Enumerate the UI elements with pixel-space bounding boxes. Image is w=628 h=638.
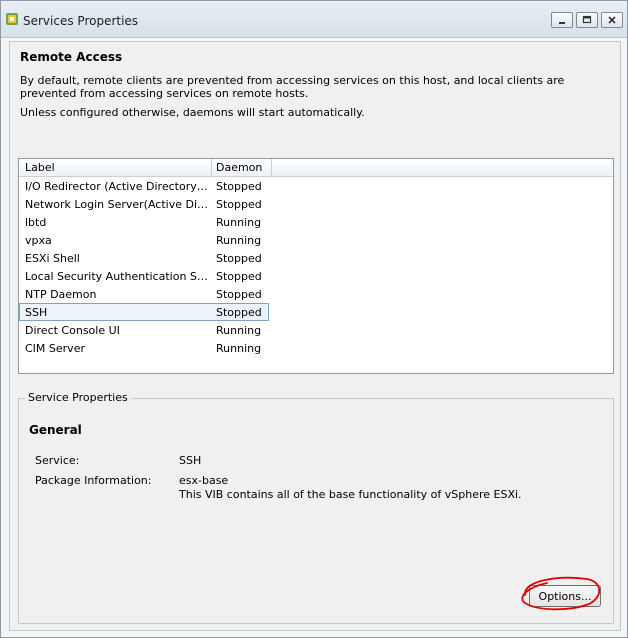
remote-access-heading: Remote Access	[20, 50, 123, 64]
maximize-icon	[582, 15, 592, 24]
service-properties-group: Service Properties General Service: SSH …	[18, 391, 614, 624]
options-button[interactable]: Options...	[529, 585, 601, 607]
daemon-status-cell: Stopped	[216, 288, 262, 301]
service-label-cell: vpxa	[25, 234, 52, 247]
services-properties-window: Services Properties Remote Access By def…	[0, 0, 628, 638]
service-label-cell: Network Login Server(Active Direc...	[25, 198, 209, 211]
table-header: Label Daemon	[19, 159, 613, 177]
table-row[interactable]: CIM Server Running	[19, 339, 269, 357]
package-info-label: Package Information:	[35, 474, 152, 487]
window-title: Services Properties	[23, 14, 139, 28]
maximize-button[interactable]	[576, 12, 598, 28]
vsphere-app-icon	[6, 13, 18, 25]
minimize-icon	[559, 22, 565, 24]
table-row[interactable]: vpxa Running	[19, 231, 269, 249]
service-label-cell: CIM Server	[25, 342, 85, 355]
service-label-cell: I/O Redirector (Active Directory Se...	[25, 180, 209, 193]
table-row[interactable]: I/O Redirector (Active Directory Se... St…	[19, 177, 269, 195]
service-label-cell: NTP Daemon	[25, 288, 97, 301]
table-row[interactable]: ESXi Shell Stopped	[19, 249, 269, 267]
daemon-status-cell: Running	[216, 324, 262, 337]
column-header-label[interactable]: Label	[25, 161, 55, 174]
table-row[interactable]: NTP Daemon Stopped	[19, 285, 269, 303]
table-row[interactable]: Local Security Authentication Serv... Sto…	[19, 267, 269, 285]
table-row[interactable]: Network Login Server(Active Direc... Stop…	[19, 195, 269, 213]
table-row[interactable]: Direct Console UI Running	[19, 321, 269, 339]
column-header-daemon[interactable]: Daemon	[216, 161, 262, 174]
daemon-status-cell: Stopped	[216, 180, 262, 193]
daemon-status-cell: Stopped	[216, 198, 262, 211]
package-name: esx-base	[179, 474, 229, 487]
package-description: This VIB contains all of the base functi…	[179, 488, 522, 501]
window-controls	[551, 12, 623, 28]
daemon-status-cell: Stopped	[216, 252, 262, 265]
close-icon	[608, 16, 616, 24]
service-value: SSH	[179, 454, 202, 467]
service-label-cell: Direct Console UI	[25, 324, 120, 337]
service-properties-legend: Service Properties	[25, 391, 131, 404]
minimize-button[interactable]	[551, 12, 573, 28]
table-row[interactable]: SSH Stopped	[19, 303, 269, 321]
general-heading: General	[29, 423, 82, 437]
service-label-cell: ESXi Shell	[25, 252, 80, 265]
table-row[interactable]: lbtd Running	[19, 213, 269, 231]
dialog-content: Remote Access By default, remote clients…	[9, 41, 621, 631]
daemon-status-cell: Running	[216, 234, 262, 247]
close-button[interactable]	[601, 12, 623, 28]
service-label-cell: lbtd	[25, 216, 47, 229]
daemon-status-cell: Running	[216, 216, 262, 229]
daemon-status-cell: Stopped	[216, 270, 262, 283]
services-table: Label Daemon I/O Redirector (Active Dire…	[18, 158, 614, 374]
daemon-status-cell: Running	[216, 342, 262, 355]
service-label-cell: Local Security Authentication Serv...	[25, 270, 209, 283]
service-label: Service:	[35, 454, 80, 467]
service-label-cell: SSH	[25, 306, 48, 319]
title-bar[interactable]: Services Properties	[1, 1, 627, 38]
daemon-autostart-note: Unless configured otherwise, daemons wil…	[20, 106, 365, 119]
daemon-status-cell: Stopped	[216, 306, 262, 319]
remote-access-description: By default, remote clients are prevented…	[20, 74, 565, 100]
